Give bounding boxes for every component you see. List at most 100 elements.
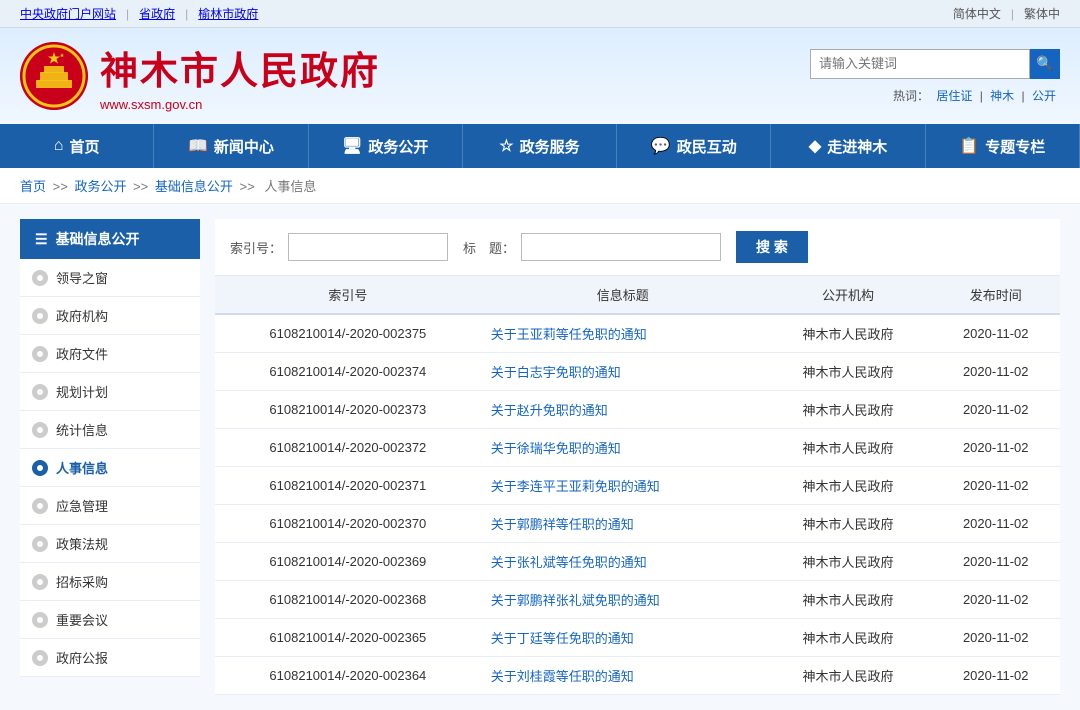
cell-title: 关于王亚莉等任免职的通知 [481, 314, 765, 353]
nav-home-label: 首页 [69, 136, 99, 157]
index-input[interactable] [288, 233, 448, 261]
special-icon: 📋 [959, 136, 979, 156]
explore-icon: ◆ [809, 136, 821, 156]
sidebar-item-label: 统计信息 [56, 420, 108, 439]
title-link[interactable]: 关于郭鹏祥等任职的通知 [491, 517, 634, 532]
table-row: 6108210014/-2020-002372关于徐瑞华免职的通知神木市人民政府… [215, 429, 1060, 467]
table-row: 6108210014/-2020-002374关于白志宇免职的通知神木市人民政府… [215, 353, 1060, 391]
search-button[interactable]: 🔍 [1030, 49, 1060, 79]
dot-icon [32, 308, 48, 324]
cell-index: 6108210014/-2020-002373 [215, 391, 481, 429]
table-row: 6108210014/-2020-002369关于张礼斌等任免职的通知神木市人民… [215, 543, 1060, 581]
sidebar-item-人事信息[interactable]: 人事信息 [20, 449, 200, 487]
search-input[interactable] [810, 49, 1030, 79]
title-search-field: 标 题： [463, 233, 721, 261]
table-row: 6108210014/-2020-002364关于刘桂霞等任职的通知神木市人民政… [215, 657, 1060, 695]
title-input[interactable] [521, 233, 721, 261]
sidebar-item-统计信息[interactable]: 统计信息 [20, 411, 200, 449]
title-link[interactable]: 关于张礼斌等任免职的通知 [491, 555, 647, 570]
top-link-yulin[interactable]: 榆林市政府 [198, 5, 258, 22]
sep2: | [185, 7, 188, 21]
breadcrumb-affairs[interactable]: 政务公开 [74, 179, 126, 194]
header-search: 🔍 热词： 居住证 | 神木 | 公开 [810, 49, 1060, 104]
cell-title: 关于刘桂霞等任职的通知 [481, 657, 765, 695]
sidebar-item-label: 人事信息 [56, 458, 108, 477]
nav-services[interactable]: ☆ 政务服务 [463, 124, 617, 168]
main-content: ☰ 基础信息公开 领导之窗政府机构政府文件规划计划统计信息人事信息应急管理政策法… [0, 204, 1080, 710]
cell-index: 6108210014/-2020-002364 [215, 657, 481, 695]
right-content: 索引号： 标 题： 搜 索 索引号 信息标题 公开机构 发布时间 6108210… [215, 219, 1060, 695]
hotword-2[interactable]: 神木 [990, 89, 1014, 103]
top-bar-links: 中央政府门户网站 | 省政府 | 榆林市政府 [20, 5, 258, 22]
nav-home[interactable]: ⌂ 首页 [0, 124, 154, 168]
dot-icon [32, 574, 48, 590]
nav-news[interactable]: 📖 新闻中心 [154, 124, 308, 168]
hot-search: 热词： 居住证 | 神木 | 公开 [893, 87, 1060, 104]
sidebar-item-政府公报[interactable]: 政府公报 [20, 639, 200, 677]
lang-traditional[interactable]: 繁体中 [1024, 5, 1060, 22]
nav-news-label: 新闻中心 [214, 136, 274, 157]
hotword-3[interactable]: 公开 [1032, 89, 1056, 103]
sidebar-item-规划计划[interactable]: 规划计划 [20, 373, 200, 411]
sidebar-item-label: 政策法规 [56, 534, 108, 553]
title-link[interactable]: 关于徐瑞华免职的通知 [491, 441, 621, 456]
cell-org: 神木市人民政府 [765, 467, 932, 505]
breadcrumb-home[interactable]: 首页 [20, 179, 46, 194]
dot-icon [32, 422, 48, 438]
table-row: 6108210014/-2020-002373关于赵升免职的通知神木市人民政府2… [215, 391, 1060, 429]
sidebar-item-应急管理[interactable]: 应急管理 [20, 487, 200, 525]
sidebar-item-领导之窗[interactable]: 领导之窗 [20, 259, 200, 297]
cell-org: 神木市人民政府 [765, 353, 932, 391]
title-link[interactable]: 关于白志宇免职的通知 [491, 365, 621, 380]
logo-emblem [20, 42, 88, 110]
logo-area: 神木市人民政府 www.sxsm.gov.cn [20, 40, 380, 112]
sidebar-item-政策法规[interactable]: 政策法规 [20, 525, 200, 563]
cell-date: 2020-11-02 [931, 429, 1060, 467]
title-label: 标 题： [463, 238, 515, 257]
sidebar-item-label: 政府文件 [56, 344, 108, 363]
nav-special[interactable]: 📋 专题专栏 [926, 124, 1080, 168]
index-search-field: 索引号： [230, 233, 448, 261]
breadcrumb-basic[interactable]: 基础信息公开 [155, 179, 233, 194]
cell-date: 2020-11-02 [931, 467, 1060, 505]
cell-date: 2020-11-02 [931, 505, 1060, 543]
lang-simplified[interactable]: 简体中文 [953, 5, 1001, 22]
sidebar-item-label: 招标采购 [56, 572, 108, 591]
cell-index: 6108210014/-2020-002371 [215, 467, 481, 505]
content-search-button[interactable]: 搜 索 [736, 231, 808, 263]
top-bar: 中央政府门户网站 | 省政府 | 榆林市政府 简体中文 | 繁体中 [0, 0, 1080, 28]
home-icon: ⌂ [54, 137, 64, 155]
breadcrumb: 首页 >> 政务公开 >> 基础信息公开 >> 人事信息 [0, 168, 1080, 204]
sidebar-item-重要会议[interactable]: 重要会议 [20, 601, 200, 639]
cell-date: 2020-11-02 [931, 314, 1060, 353]
cell-title: 关于李连平王亚莉免职的通知 [481, 467, 765, 505]
header: 神木市人民政府 www.sxsm.gov.cn 🔍 热词： 居住证 | 神木 |… [0, 28, 1080, 124]
services-icon: ☆ [499, 136, 513, 156]
cell-org: 神木市人民政府 [765, 543, 932, 581]
cell-index: 6108210014/-2020-002372 [215, 429, 481, 467]
cell-title: 关于白志宇免职的通知 [481, 353, 765, 391]
hotword-1[interactable]: 居住证 [936, 89, 972, 103]
cell-index: 6108210014/-2020-002370 [215, 505, 481, 543]
title-link[interactable]: 关于李连平王亚莉免职的通知 [491, 479, 660, 494]
nav-interaction[interactable]: 💬 政民互动 [617, 124, 771, 168]
nav-affairs[interactable]: 🖥 政务公开 [309, 124, 463, 168]
dot-icon [32, 270, 48, 286]
content-search: 索引号： 标 题： 搜 索 [215, 219, 1060, 276]
title-link[interactable]: 关于丁廷等任免职的通知 [491, 631, 634, 646]
site-url: www.sxsm.gov.cn [100, 97, 380, 112]
top-link-central[interactable]: 中央政府门户网站 [20, 5, 116, 22]
dot-icon [32, 650, 48, 666]
sidebar-item-政府文件[interactable]: 政府文件 [20, 335, 200, 373]
sidebar-title-icon: ☰ [35, 231, 48, 248]
sidebar-item-招标采购[interactable]: 招标采购 [20, 563, 200, 601]
nav-explore[interactable]: ◆ 走进神木 [771, 124, 925, 168]
sidebar-item-label: 重要会议 [56, 610, 108, 629]
nav-explore-label: 走进神木 [827, 136, 887, 157]
sidebar-item-政府机构[interactable]: 政府机构 [20, 297, 200, 335]
title-link[interactable]: 关于郭鹏祥张礼斌免职的通知 [491, 593, 660, 608]
title-link[interactable]: 关于赵升免职的通知 [491, 403, 608, 418]
title-link[interactable]: 关于刘桂霞等任职的通知 [491, 669, 634, 684]
top-link-province[interactable]: 省政府 [139, 5, 175, 22]
title-link[interactable]: 关于王亚莉等任免职的通知 [491, 327, 647, 342]
